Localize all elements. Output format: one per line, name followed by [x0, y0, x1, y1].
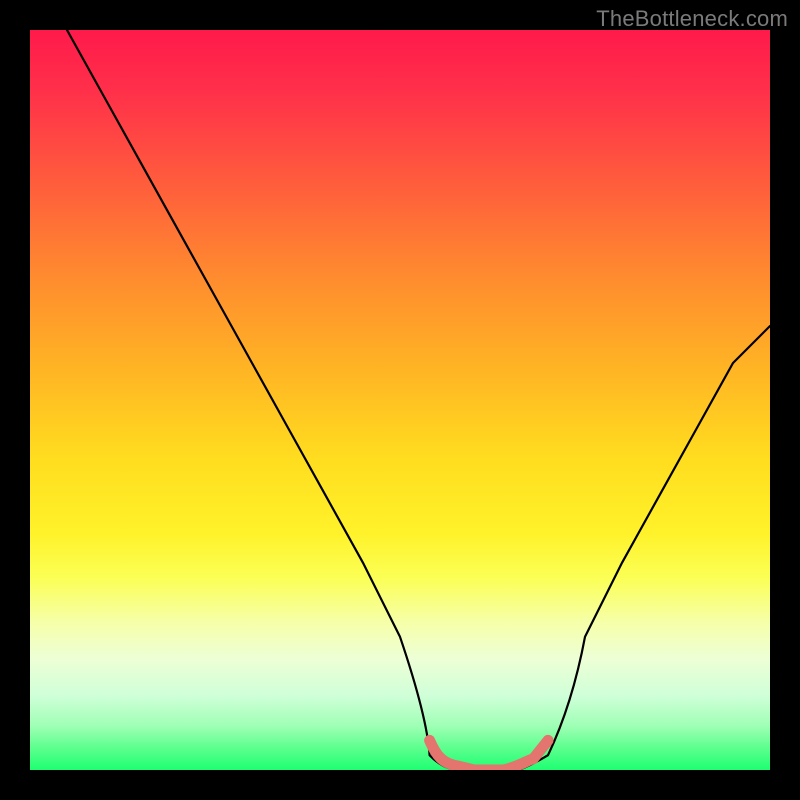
watermark-text: TheBottleneck.com	[596, 6, 788, 32]
floor-highlight	[430, 740, 548, 770]
curve-layer	[30, 30, 770, 770]
plot-area	[30, 30, 770, 770]
bottleneck-curve	[67, 30, 770, 770]
chart-root: TheBottleneck.com	[0, 0, 800, 800]
